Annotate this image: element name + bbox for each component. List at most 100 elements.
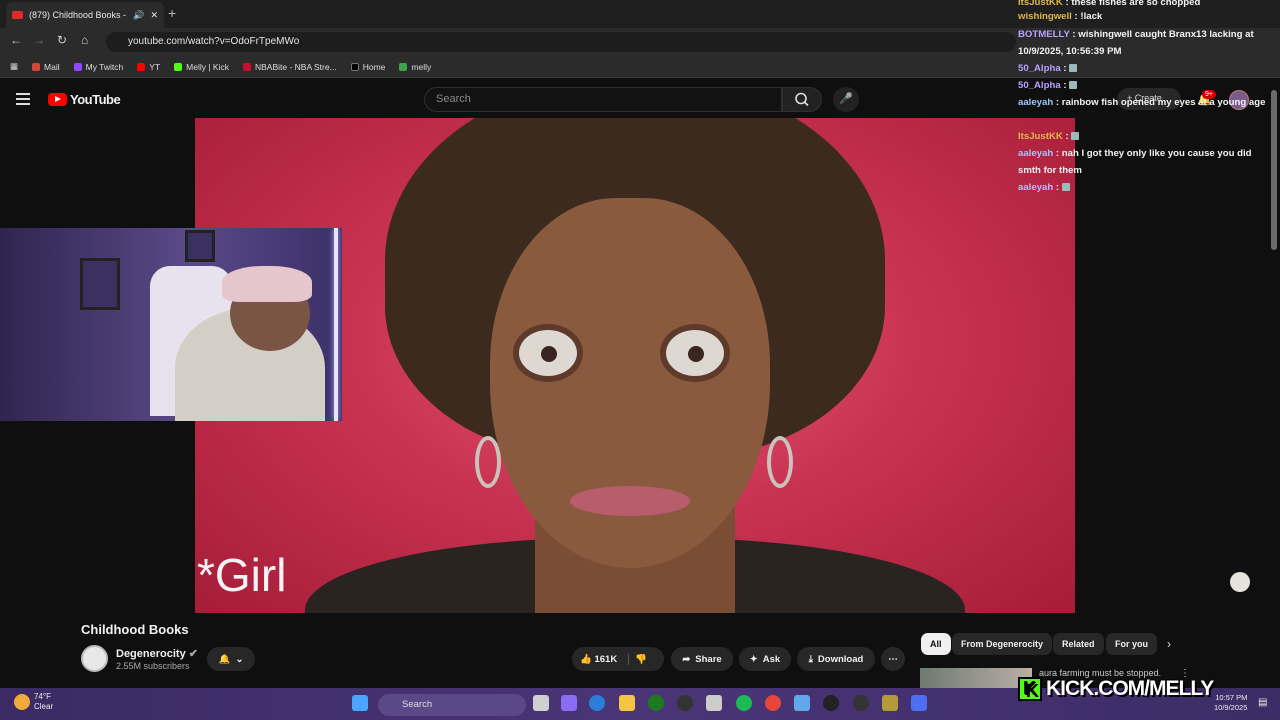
like-button[interactable]: 👍 161K bbox=[580, 654, 617, 665]
notification-center-icon[interactable]: ▤ bbox=[1258, 697, 1267, 708]
webcam-overlay bbox=[0, 228, 342, 421]
verified-icon: ✔ bbox=[188, 648, 198, 660]
microphone-icon[interactable]: 🎤 bbox=[833, 87, 859, 112]
chat-username[interactable]: ItsJustKK bbox=[1018, 131, 1063, 142]
app-icon[interactable] bbox=[882, 695, 898, 711]
chat-username[interactable]: aaleyah bbox=[1018, 148, 1053, 159]
chat-separator: : bbox=[1069, 29, 1079, 40]
bookmark-twitch[interactable]: My Twitch bbox=[73, 61, 124, 72]
chat-message: 50_Alpha : bbox=[1015, 77, 1277, 94]
channel-avatar[interactable] bbox=[81, 645, 108, 672]
youtube-favicon-icon bbox=[12, 11, 23, 19]
chat-message: BOTMELLY : wishingwell caught Branx13 la… bbox=[1015, 26, 1277, 60]
download-button[interactable]: ⤓ Download bbox=[797, 647, 875, 671]
chat-username[interactable]: wishingwell bbox=[1018, 11, 1072, 22]
wall-frame bbox=[80, 258, 120, 310]
back-icon[interactable]: ← bbox=[10, 33, 22, 47]
download-label: Download bbox=[817, 653, 864, 665]
edge-icon[interactable] bbox=[589, 695, 605, 711]
kick-icon bbox=[174, 62, 183, 71]
task-view-icon[interactable] bbox=[533, 695, 549, 711]
search-input[interactable]: Search bbox=[424, 87, 782, 112]
app-icon[interactable] bbox=[853, 695, 869, 711]
bookmark-kick[interactable]: Melly | Kick bbox=[174, 62, 229, 72]
weather-widget[interactable]: 74°F Clear bbox=[34, 692, 53, 712]
bookmark-label: Mail bbox=[44, 61, 60, 72]
spotify-icon[interactable] bbox=[736, 695, 752, 711]
more-actions-icon[interactable]: ⋯ bbox=[881, 647, 905, 671]
kick-overlay-banner: K KICK.COM/MELLY bbox=[1018, 674, 1214, 704]
chat-username[interactable]: ItsJustKK bbox=[1018, 0, 1063, 8]
ask-button[interactable]: ✦ Ask bbox=[739, 647, 791, 671]
kick-url-text: KICK.COM/MELLY bbox=[1046, 677, 1214, 700]
bookmark-label: My Twitch bbox=[85, 61, 124, 72]
tab-close-icon[interactable]: ✕ bbox=[150, 10, 158, 21]
chat-username[interactable]: aaleyah bbox=[1018, 97, 1053, 108]
media-player-icon[interactable] bbox=[823, 695, 839, 711]
file-explorer-icon[interactable] bbox=[619, 695, 635, 711]
photos-icon[interactable] bbox=[794, 695, 810, 711]
bookmark-nbabite[interactable]: NBABite - NBA Stre... bbox=[242, 62, 337, 72]
url-field[interactable]: youtube.com/watch?v=OdoFrTpeMWo bbox=[106, 32, 1016, 52]
steam-icon[interactable] bbox=[677, 695, 693, 711]
browser-tab[interactable]: (879) Childhood Books - Yo 🔊 ✕ bbox=[6, 2, 164, 28]
chat-text: !lack bbox=[1080, 11, 1103, 22]
bookmark-x-home[interactable]: Home bbox=[350, 61, 386, 72]
taskbar-search[interactable]: Search bbox=[378, 694, 526, 716]
taskbar-clock[interactable]: 10:57 PM 10/9/2025 bbox=[1214, 693, 1247, 713]
chip-from-channel[interactable]: From Degenerocity bbox=[952, 633, 1053, 655]
chip-related[interactable]: Related bbox=[1053, 633, 1104, 655]
weather-icon[interactable] bbox=[14, 694, 30, 710]
bookmark-mail[interactable]: Mail bbox=[32, 62, 60, 72]
forward-icon[interactable]: → bbox=[33, 33, 45, 47]
dislike-button[interactable]: 👎 bbox=[628, 653, 647, 665]
home-icon[interactable]: ⌂ bbox=[81, 33, 88, 47]
chevron-right-icon[interactable]: › bbox=[1167, 637, 1171, 651]
ask-label: Ask bbox=[762, 653, 781, 665]
reload-icon[interactable]: ↻ bbox=[57, 33, 67, 47]
video-frame-right-eye bbox=[660, 324, 730, 382]
chat-text: rainbow fish opened my eyes at a young a… bbox=[1061, 97, 1266, 108]
subscription-bell-button[interactable]: 🔔 ⌄ bbox=[207, 647, 255, 671]
chat-username[interactable]: 50_Alpha bbox=[1018, 63, 1061, 74]
chrome-icon[interactable] bbox=[765, 695, 781, 711]
chat-message: wishingwell : !lack bbox=[1015, 8, 1277, 25]
chat-message: aaleyah : bbox=[1015, 179, 1277, 196]
youtube-logo[interactable]: YouTube bbox=[48, 92, 121, 107]
chat-username[interactable]: aaleyah bbox=[1018, 182, 1053, 193]
chat-overlay: ItsJustKK : these fishes are so chopped w… bbox=[1015, 0, 1280, 200]
chip-all[interactable]: All bbox=[921, 633, 951, 655]
like-dislike-group: 👍 161K 👎 bbox=[572, 647, 664, 671]
apps-icon[interactable]: ▦ bbox=[10, 61, 18, 72]
bookmark-yt[interactable]: YT bbox=[137, 62, 160, 72]
chat-username[interactable]: BOTMELLY bbox=[1018, 29, 1070, 40]
app-icon[interactable] bbox=[911, 695, 927, 711]
thumbs-up-icon: 👍 bbox=[580, 653, 592, 665]
speaker-icon[interactable]: 🔊 bbox=[133, 10, 144, 21]
windows-start-icon[interactable] bbox=[352, 695, 368, 711]
copilot-icon[interactable] bbox=[561, 695, 577, 711]
clock-date: 10/9/2025 bbox=[1214, 703, 1248, 712]
recommended-thumbnail[interactable] bbox=[920, 668, 1032, 688]
chevron-down-icon: ⌄ bbox=[235, 653, 244, 665]
tab-title: (879) Childhood Books - Yo bbox=[29, 10, 127, 20]
menu-icon[interactable] bbox=[16, 93, 30, 105]
channel-name[interactable]: Degenerocity ✔ bbox=[116, 647, 198, 660]
like-count: 161K bbox=[594, 653, 618, 665]
scrollbar[interactable] bbox=[1271, 90, 1277, 250]
xbox-icon[interactable] bbox=[648, 695, 664, 711]
share-icon: ➦ bbox=[682, 653, 691, 665]
share-button[interactable]: ➦ Share bbox=[671, 647, 733, 671]
store-icon[interactable] bbox=[706, 695, 722, 711]
nba-icon bbox=[242, 62, 251, 71]
chat-username[interactable]: 50_Alpha bbox=[1018, 80, 1061, 91]
bookmark-melly[interactable]: melly bbox=[399, 62, 431, 72]
chat-separator: : bbox=[1062, 131, 1072, 142]
search-button[interactable] bbox=[782, 87, 822, 112]
weather-condition: Clear bbox=[34, 702, 54, 711]
pupil bbox=[688, 346, 704, 362]
bookmark-label: Home bbox=[362, 61, 386, 72]
new-tab-icon[interactable]: + bbox=[168, 5, 176, 21]
chip-for-you[interactable]: For you bbox=[1106, 633, 1157, 655]
emote-icon bbox=[1069, 81, 1078, 90]
